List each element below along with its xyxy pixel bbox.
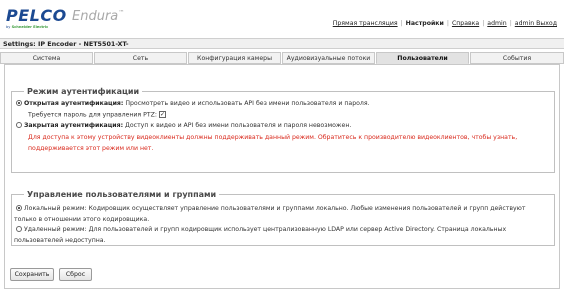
ptz-password-checkbox[interactable]: ✓ [158, 111, 166, 118]
tab-events[interactable]: События [470, 52, 564, 64]
client-warning-line1: Для доступа к этому устройству видеоклие… [28, 134, 518, 141]
tab-camera-config[interactable]: Конфигурация камеры [188, 52, 281, 64]
auth-mode-group: Режим аутентификации Открытая аутентифик… [11, 87, 555, 173]
save-button[interactable]: Сохранить [10, 268, 54, 281]
top-navigation: Прямая трансляция | Настройки | Справка | a… [330, 20, 560, 27]
tab-av-streams[interactable]: Аудиовизуальные потоки [282, 52, 375, 64]
nav-live-view[interactable]: Прямая трансляция [330, 20, 401, 27]
remote-mode-option: Удаленный режим: Для пользователей и гру… [16, 226, 506, 233]
remote-mode-radio[interactable] [16, 226, 22, 232]
client-warning-line2: поддерживается этот режим или нет. [28, 145, 154, 152]
closed-auth-option: Закрытая аутентификация: Доступ к видео … [16, 122, 351, 129]
auth-mode-legend: Режим аутентификации [24, 87, 143, 96]
header: PELCO by Schneider Electric Endura™ Прям… [0, 0, 564, 38]
tab-system[interactable]: Система [0, 52, 93, 64]
open-auth-option: Открытая аутентификация: Просмотреть вид… [16, 100, 370, 107]
user-management-group: Управление пользователями и группами Лок… [11, 190, 555, 246]
local-mode-radio[interactable] [16, 205, 22, 211]
local-mode-desc-line2: только в отношении этого кодировщика. [14, 216, 150, 223]
nav-help[interactable]: Справка [449, 20, 482, 27]
schneider-tagline: by Schneider Electric [6, 25, 49, 29]
nav-user[interactable]: admin [484, 20, 509, 27]
users-panel: Режим аутентификации Открытая аутентифик… [4, 64, 560, 289]
pelco-logo: PELCO by Schneider Electric [6, 6, 67, 30]
settings-tabs: Система Сеть Конфигурация камеры Аудиови… [0, 52, 564, 64]
closed-auth-radio[interactable] [16, 122, 22, 128]
nav-settings[interactable]: Настройки [403, 20, 447, 27]
ptz-password-option: Требуется пароль для управления PTZ: ✓ [28, 111, 166, 119]
settings-title: Settings: IP Encoder - NET5501-XT- [0, 38, 564, 49]
local-mode-option: Локальный режим: Кодировщик осуществляет… [16, 205, 525, 212]
tab-network[interactable]: Сеть [94, 52, 187, 64]
open-auth-radio[interactable] [16, 100, 22, 106]
pelco-wordmark: PELCO [6, 6, 67, 25]
remote-mode-desc-line2: пользователей недоступна. [14, 237, 106, 244]
nav-logout[interactable]: admin Выход [512, 20, 560, 27]
product-name: Endura™ [72, 9, 125, 24]
reset-button[interactable]: Сброс [59, 268, 92, 281]
ptz-password-label: Требуется пароль для управления PTZ: [28, 111, 157, 119]
tab-users[interactable]: Пользователи [376, 52, 469, 64]
user-management-legend: Управление пользователями и группами [24, 190, 220, 199]
